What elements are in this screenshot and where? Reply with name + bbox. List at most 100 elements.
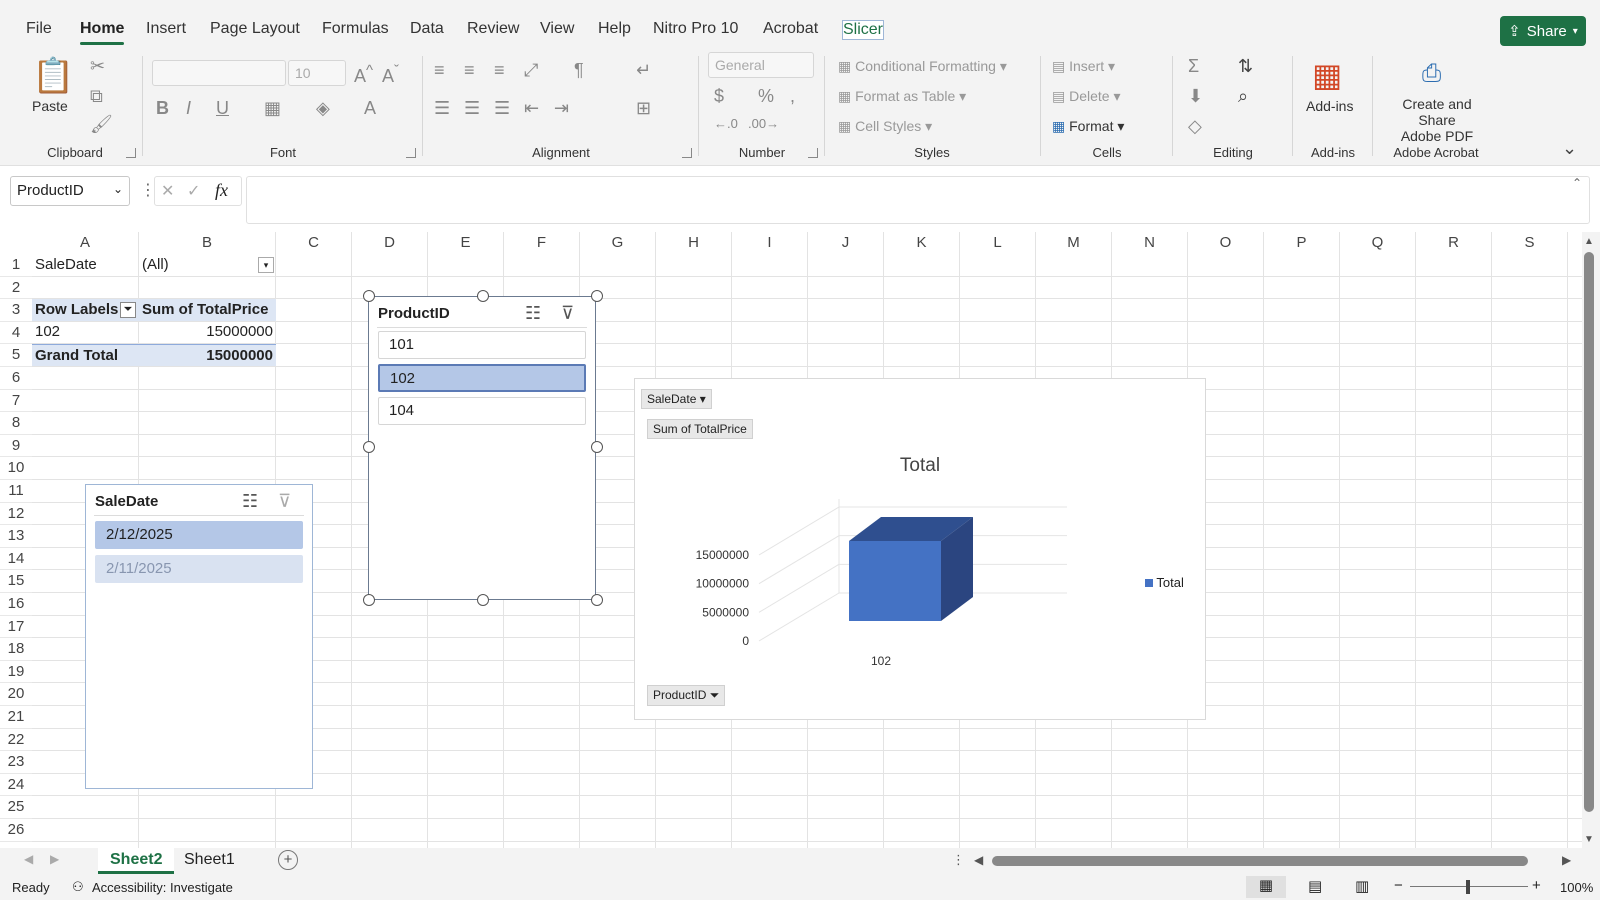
fill-color-icon[interactable]: ◈ bbox=[316, 98, 330, 119]
row-header[interactable]: 9 bbox=[0, 435, 32, 458]
resize-handle[interactable] bbox=[591, 441, 603, 453]
sheet-tab-sheet1[interactable]: Sheet1 bbox=[172, 848, 247, 874]
paste-button[interactable]: Paste bbox=[32, 98, 68, 114]
name-box[interactable]: ProductID ⌄ bbox=[10, 176, 130, 206]
row-header[interactable]: 23 bbox=[0, 751, 32, 774]
tab-help[interactable]: Help bbox=[598, 20, 631, 38]
column-header[interactable]: O bbox=[1188, 232, 1264, 254]
slicer-item-102[interactable]: 102 bbox=[378, 364, 586, 392]
tab-acrobat[interactable]: Acrobat bbox=[763, 20, 818, 38]
row-header[interactable]: 4 bbox=[0, 322, 32, 345]
zoom-out-icon[interactable]: − bbox=[1394, 877, 1403, 894]
fill-icon[interactable]: ⬇ bbox=[1188, 86, 1203, 107]
row-header[interactable]: 3 bbox=[0, 299, 32, 322]
resize-handle[interactable] bbox=[363, 290, 375, 302]
resize-handle[interactable] bbox=[591, 594, 603, 606]
pivot-row-value[interactable]: 15000000 bbox=[139, 321, 276, 343]
column-header[interactable]: P bbox=[1264, 232, 1340, 254]
increase-font-icon[interactable]: A^ bbox=[354, 62, 373, 87]
tab-data[interactable]: Data bbox=[410, 20, 444, 38]
column-header[interactable]: D bbox=[352, 232, 428, 254]
row-header[interactable]: 6 bbox=[0, 367, 32, 390]
row-header[interactable]: 19 bbox=[0, 661, 32, 684]
scroll-up-icon[interactable]: ▲ bbox=[1584, 236, 1594, 247]
accessibility-icon[interactable]: ⚇ bbox=[72, 879, 84, 895]
pivot-row-labels-header[interactable]: Row Labels ⏷ bbox=[32, 299, 139, 321]
create-pdf-icon[interactable]: ⎙ bbox=[1422, 60, 1441, 88]
conditional-formatting-button[interactable]: ▦ Conditional Formatting ▾ bbox=[838, 58, 1007, 75]
slicer-productid[interactable]: ProductID ☷ ⊽ 101 102 104 bbox=[368, 296, 596, 600]
format-painter-icon[interactable]: 🖌 bbox=[90, 114, 113, 135]
column-header[interactable]: K bbox=[884, 232, 960, 254]
row-header[interactable]: 18 bbox=[0, 638, 32, 661]
more-options-icon[interactable]: ⋮ bbox=[952, 852, 965, 868]
merge-center-icon[interactable]: ⊞ bbox=[636, 98, 651, 119]
increase-indent-icon[interactable]: ⇥ bbox=[554, 98, 569, 119]
slicer-item-104[interactable]: 104 bbox=[378, 397, 586, 425]
clear-icon[interactable]: ◇ bbox=[1188, 116, 1202, 137]
slicer-saledate[interactable]: SaleDate ☷ ⊽ 2/12/2025 2/11/2025 bbox=[85, 484, 313, 789]
tab-insert[interactable]: Insert bbox=[146, 20, 186, 38]
decrease-font-icon[interactable]: Aˇ bbox=[382, 62, 399, 87]
slicer-item-101[interactable]: 101 bbox=[378, 331, 586, 359]
pivot-value-header[interactable]: Sum of TotalPrice bbox=[139, 299, 276, 321]
collapse-formula-icon[interactable]: ⌃ bbox=[1572, 176, 1582, 190]
insert-cells-button[interactable]: ▤ Insert ▾ bbox=[1052, 58, 1115, 75]
addins-button[interactable]: Add-ins bbox=[1306, 98, 1353, 114]
column-header[interactable]: S bbox=[1492, 232, 1568, 254]
row-header[interactable]: 2 bbox=[0, 277, 32, 300]
row-header[interactable]: 21 bbox=[0, 706, 32, 729]
horizontal-scroll-thumb[interactable] bbox=[992, 856, 1528, 866]
chart-filter-productid[interactable]: ProductID ⏷ bbox=[647, 685, 726, 706]
slicer-item-date-1[interactable]: 2/12/2025 bbox=[95, 521, 303, 549]
sheet-tab-sheet2[interactable]: Sheet2 bbox=[98, 848, 175, 874]
page-break-view-icon[interactable]: ▥ bbox=[1355, 877, 1369, 895]
tab-home[interactable]: Home bbox=[80, 20, 125, 45]
percent-icon[interactable]: % bbox=[758, 86, 774, 107]
resize-handle[interactable] bbox=[477, 290, 489, 302]
number-launcher-icon[interactable] bbox=[808, 148, 818, 158]
column-header[interactable]: I bbox=[732, 232, 808, 254]
format-as-table-button[interactable]: ▦ Format as Table ▾ bbox=[838, 88, 966, 105]
sort-filter-icon[interactable]: ⇅ bbox=[1238, 56, 1253, 77]
font-name-select[interactable] bbox=[152, 60, 286, 86]
bold-icon[interactable]: B bbox=[156, 98, 169, 119]
alignment-launcher-icon[interactable] bbox=[682, 148, 692, 158]
align-center-icon[interactable]: ☰ bbox=[464, 98, 480, 119]
pivot-chart[interactable]: SaleDate ▾ Sum of TotalPrice Total 0 5000… bbox=[634, 378, 1206, 720]
row-header[interactable]: 26 bbox=[0, 819, 32, 842]
column-header[interactable]: N bbox=[1112, 232, 1188, 254]
pivot-grand-total-value[interactable]: 15000000 bbox=[139, 344, 276, 366]
cell-styles-button[interactable]: ▦ Cell Styles ▾ bbox=[838, 118, 932, 135]
row-header[interactable]: 1 bbox=[0, 254, 32, 277]
scroll-left-icon[interactable]: ◀ bbox=[974, 853, 983, 867]
row-header[interactable]: 16 bbox=[0, 593, 32, 616]
page-layout-view-icon[interactable]: ▤ bbox=[1308, 877, 1322, 895]
underline-icon[interactable]: U bbox=[216, 98, 229, 119]
row-header[interactable]: 10 bbox=[0, 457, 32, 480]
clear-filter-icon[interactable]: ⊽ bbox=[561, 303, 574, 324]
column-header[interactable]: M bbox=[1036, 232, 1112, 254]
formula-input[interactable] bbox=[246, 176, 1590, 224]
align-left-icon[interactable]: ☰ bbox=[434, 98, 450, 119]
tab-formulas[interactable]: Formulas bbox=[322, 20, 389, 38]
resize-handle[interactable] bbox=[591, 290, 603, 302]
decrease-indent-icon[interactable]: ⇤ bbox=[524, 98, 539, 119]
tab-nitro[interactable]: Nitro Pro 10 bbox=[653, 20, 738, 38]
tab-review[interactable]: Review bbox=[467, 20, 519, 38]
pivot-grand-total-label[interactable]: Grand Total bbox=[32, 344, 139, 366]
column-header[interactable]: A bbox=[32, 232, 139, 254]
zoom-slider-thumb[interactable] bbox=[1466, 880, 1470, 894]
zoom-level[interactable]: 100% bbox=[1560, 880, 1593, 895]
find-icon[interactable]: ⌕ bbox=[1238, 86, 1248, 107]
tab-file[interactable]: File bbox=[26, 20, 52, 38]
normal-view-icon[interactable]: ▦ bbox=[1246, 876, 1286, 898]
next-sheet-icon[interactable]: ▶ bbox=[50, 852, 59, 866]
vertical-scroll-thumb[interactable] bbox=[1584, 252, 1594, 812]
column-header[interactable]: F bbox=[504, 232, 580, 254]
font-color-icon[interactable]: A bbox=[364, 98, 376, 119]
row-header[interactable]: 5 bbox=[0, 344, 32, 367]
column-header[interactable]: E bbox=[428, 232, 504, 254]
multi-select-icon[interactable]: ☷ bbox=[242, 491, 258, 512]
resize-handle[interactable] bbox=[363, 594, 375, 606]
